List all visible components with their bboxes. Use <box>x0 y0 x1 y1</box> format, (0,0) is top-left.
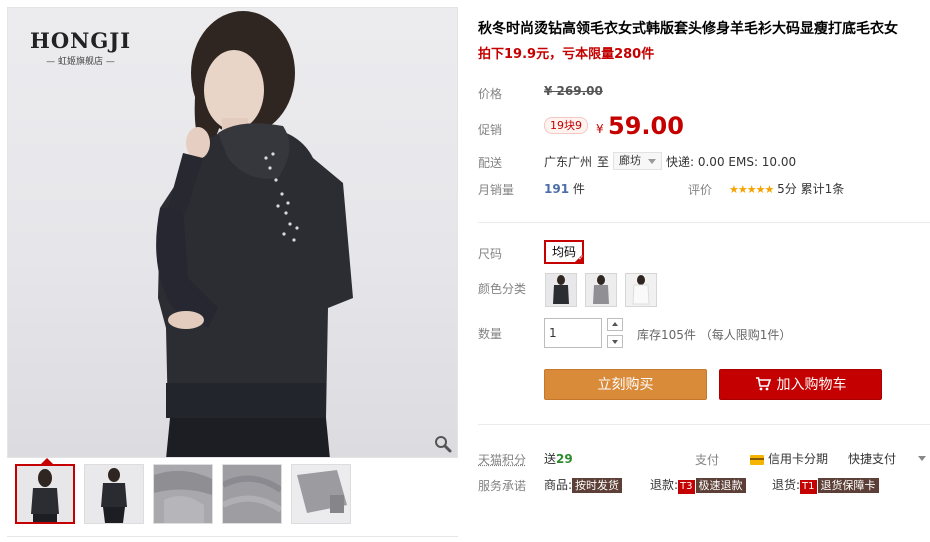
service-return-tag: 退货保障卡 <box>817 478 879 493</box>
brand-name: HONGJI <box>30 28 132 53</box>
quick-pay[interactable]: 快捷支付 <box>848 450 896 467</box>
shipping-to-word: 至 <box>597 155 610 169</box>
add-to-cart-button[interactable]: 加入购物车 <box>719 369 882 400</box>
section-divider <box>478 424 930 425</box>
quantity-input[interactable]: 1 <box>544 318 602 348</box>
thumbnail-sleeve-detail[interactable] <box>291 464 351 524</box>
chevron-down-icon <box>648 159 656 164</box>
tmall-points: 送29 <box>544 450 573 467</box>
service-label: 服务承诺 <box>478 479 527 493</box>
rating: ★★★★★ 5分 累计1条 <box>729 180 844 197</box>
thumbnail-model-front[interactable] <box>15 464 75 524</box>
service-refund-prefix: 退款: <box>650 478 679 492</box>
buy-now-button[interactable]: 立刻购买 <box>544 369 707 400</box>
star-rating-icon: ★★★★★ <box>729 183 774 196</box>
shipping-fees: 快递: 0.00 EMS: 10.00 <box>666 155 797 169</box>
thumbnail-model-back[interactable] <box>84 464 144 524</box>
monthly-sales: 191 件 <box>544 180 585 197</box>
service-return[interactable]: 退货: T1 退货保障卡 <box>772 476 879 494</box>
t3-badge-icon: T3 <box>678 480 695 494</box>
monthly-sales-label: 月销量 <box>478 183 515 197</box>
gallery-divider <box>7 536 458 537</box>
color-option-dark-grey[interactable] <box>545 273 577 307</box>
service-return-prefix: 退货: <box>772 478 801 492</box>
credit-card-icon <box>750 454 764 465</box>
payment-label: 支付 <box>695 453 720 467</box>
credit-installment-label: 信用卡分期 <box>768 452 829 466</box>
shipping-from: 广东广州 <box>544 155 593 169</box>
stock-info: 库存105件 （每人限购1件） <box>637 328 792 342</box>
product-subtitle: 拍下19.9元，亏本限量280件 <box>478 47 655 62</box>
currency-symbol: ¥ <box>596 122 604 136</box>
price-box: 价格 ¥ 269.00 促销 19块9 ¥ 59.00 配送 广东广州 至 廊坊… <box>478 68 930 205</box>
product-info-panel: 秋冬时尚烫钻高领毛衣女式韩版套头修身羊毛衫大码显瘦打底毛衣女 拍下19.9元，亏… <box>478 0 930 542</box>
size-label: 尺码 <box>478 247 503 261</box>
current-price: 59.00 <box>608 112 684 140</box>
service-refund[interactable]: 退款: T3 极速退款 <box>650 476 746 494</box>
shipping-destination: 廊坊 <box>619 154 641 167</box>
product-title: 秋冬时尚烫钻高领毛衣女式韩版套头修身羊毛衫大码显瘦打底毛衣女 <box>478 21 898 37</box>
quantity-label: 数量 <box>478 327 503 341</box>
thumbnail-collar-detail[interactable] <box>153 464 213 524</box>
zoom-icon[interactable] <box>434 435 452 453</box>
brand-logo: HONGJI — 虹姬旗舰店 — <box>30 28 131 67</box>
monthly-sales-unit: 件 <box>572 182 585 196</box>
points-text: 送 <box>544 452 557 466</box>
shipping-label: 配送 <box>478 156 503 170</box>
tmall-points-label[interactable]: 天猫积分 <box>478 451 526 468</box>
promo-tag: 19块9 <box>544 117 588 134</box>
add-to-cart-label: 加入购物车 <box>776 377 847 393</box>
quantity-decrease-button[interactable] <box>607 335 623 348</box>
original-price: ¥ 269.00 <box>544 84 603 98</box>
cart-icon <box>755 376 771 390</box>
service-goods[interactable]: 商品: 按时发货 <box>544 476 623 493</box>
selected-check-icon <box>573 253 584 264</box>
rating-label: 评价 <box>688 183 713 197</box>
service-goods-tag: 按时发货 <box>572 478 623 493</box>
model-photo <box>156 11 353 457</box>
points-value: 29 <box>556 452 573 466</box>
brand-subtitle: — 虹姬旗舰店 — <box>46 57 115 67</box>
thumbnail-fabric-detail[interactable] <box>222 464 282 524</box>
quantity-increase-button[interactable] <box>607 318 623 331</box>
monthly-sales-count: 191 <box>544 182 570 196</box>
section-divider <box>478 222 930 223</box>
color-option-white[interactable] <box>625 273 657 307</box>
review-count-link[interactable]: 累计1条 <box>801 182 845 196</box>
price-label: 价格 <box>478 87 503 101</box>
color-option-grey[interactable] <box>585 273 617 307</box>
color-label: 颜色分类 <box>478 282 527 296</box>
service-refund-tag: 极速退款 <box>695 478 746 493</box>
rating-score: 5分 <box>777 182 797 196</box>
size-option-onesize[interactable]: 均码 <box>544 240 584 264</box>
credit-installment[interactable]: 信用卡分期 <box>750 450 828 467</box>
main-product-image[interactable]: HONGJI — 虹姬旗舰店 — <box>7 7 458 458</box>
t1-badge-icon: T1 <box>800 480 817 494</box>
shipping-destination-select[interactable]: 廊坊 <box>613 152 662 170</box>
promo-label: 促销 <box>478 123 503 137</box>
service-goods-prefix: 商品: <box>544 478 573 492</box>
chevron-down-icon[interactable] <box>918 456 926 461</box>
thumbnail-selected-indicator <box>41 458 53 464</box>
